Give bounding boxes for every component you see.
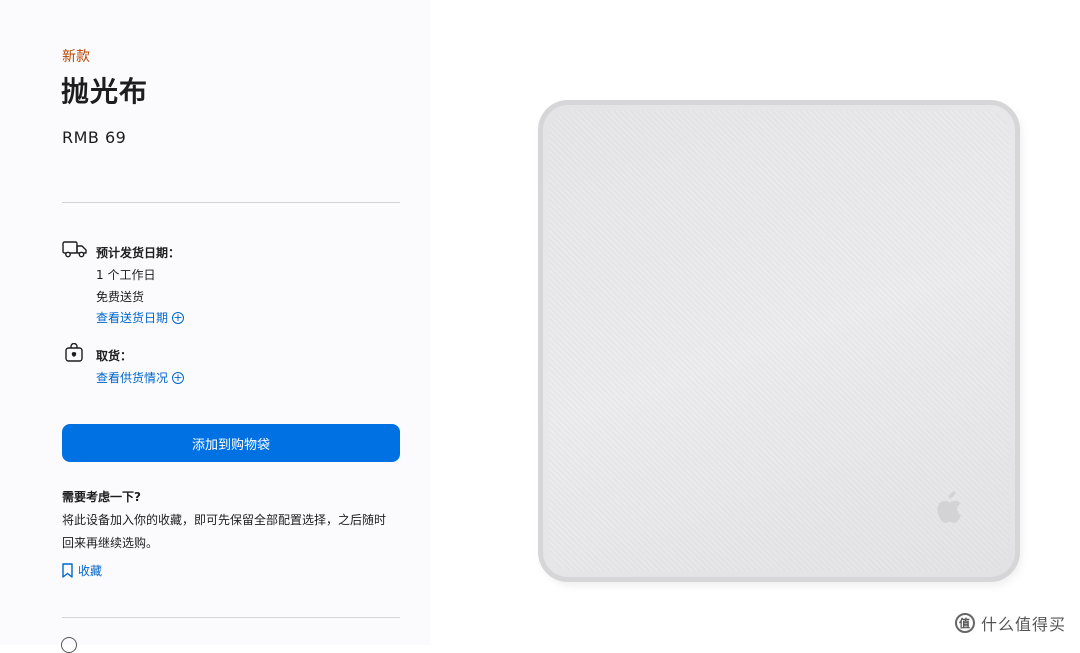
view-availability-label: 查看供货情况	[96, 371, 169, 385]
consider-heading: 需要考虑一下?	[62, 490, 141, 504]
product-title: 抛光布	[61, 75, 149, 108]
truck-icon	[62, 240, 88, 262]
save-label: 收藏	[78, 564, 103, 578]
product-price: RMB 69	[62, 128, 127, 147]
delivery-shipping: 免费送货	[96, 290, 145, 304]
watermark: 值 什么值得买	[954, 611, 1066, 635]
view-delivery-dates-label: 查看送货日期	[96, 311, 169, 325]
watermark-text: 什么值得买	[980, 615, 1066, 634]
delivery-heading: 预计发货日期：	[96, 246, 181, 260]
apple-logo-icon	[933, 490, 963, 526]
view-availability-link[interactable]: 查看供货情况 +	[96, 369, 185, 386]
bookmark-icon	[62, 563, 73, 578]
add-to-bag-button[interactable]: 添加到购物袋	[62, 424, 400, 462]
zhi-logo-icon: 值	[954, 613, 975, 633]
plus-circle-icon: +	[172, 311, 185, 324]
divider	[62, 617, 400, 618]
divider	[62, 202, 400, 203]
view-delivery-dates-link[interactable]: 查看送货日期 +	[96, 309, 185, 326]
new-badge: 新款	[62, 49, 90, 65]
consider-description: 将此设备加入你的收藏，即可先保留全部配置选择，之后随时回来再继续选购。	[62, 513, 387, 550]
plus-circle-icon: +	[172, 371, 185, 384]
pickup-heading: 取货：	[96, 349, 133, 363]
delivery-time: 1 个工作日	[96, 268, 156, 282]
shopping-bag-icon	[64, 342, 84, 367]
save-to-favorites-link[interactable]: 收藏	[62, 562, 102, 579]
partial-icon	[61, 637, 77, 653]
